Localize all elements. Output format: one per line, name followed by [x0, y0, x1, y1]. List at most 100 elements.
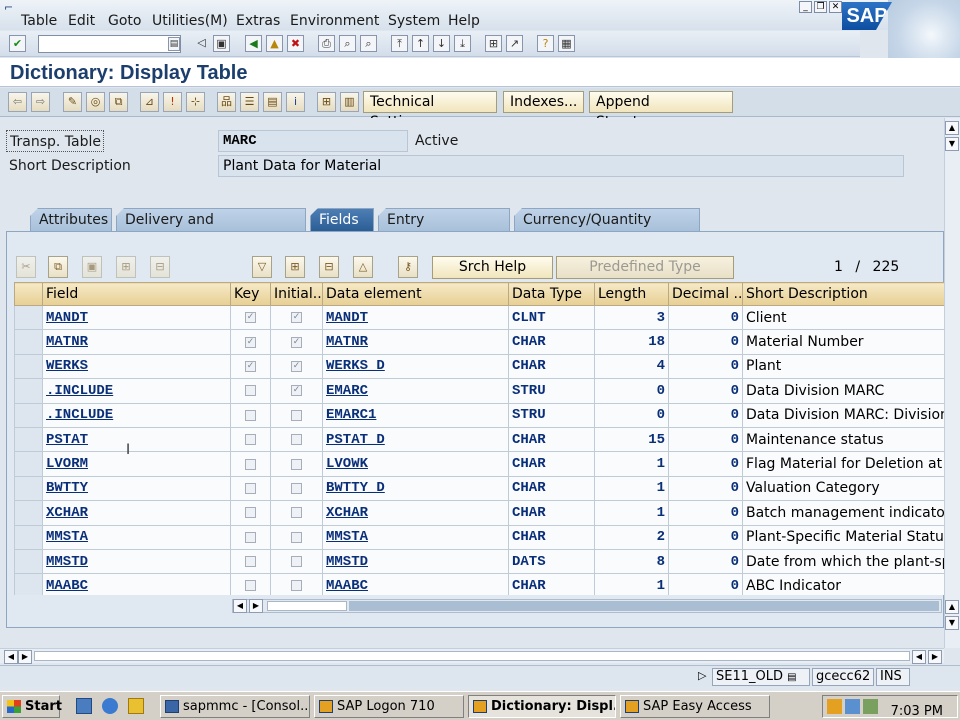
initial-checkbox-cell[interactable]	[270, 426, 323, 453]
find-next-icon[interactable]: ⌕	[360, 35, 377, 52]
short-description-cell[interactable]: Client	[742, 304, 944, 331]
filter-down-icon[interactable]: ▽	[252, 256, 272, 278]
row-selector[interactable]	[14, 353, 43, 380]
scroll-left-main-icon[interactable]: ◀	[4, 650, 18, 664]
layout-menu-icon[interactable]: ▦	[558, 35, 575, 52]
length-cell[interactable]: 15	[594, 426, 669, 453]
task-dictionary[interactable]: Dictionary: Displ...	[468, 695, 616, 718]
data-type-cell[interactable]: CHAR	[508, 573, 595, 595]
table-row[interactable]: MAABC MAABC CHAR 1 0 ABC Indicator	[14, 573, 944, 595]
short-description-cell[interactable]: Date from which the plant-spe	[742, 548, 944, 575]
short-description-cell[interactable]: Batch management indicator (i	[742, 500, 944, 526]
exit-icon[interactable]: ▲	[266, 35, 283, 52]
initial-checkbox-cell[interactable]	[270, 451, 323, 477]
active-inactive-icon[interactable]: ◎	[86, 92, 105, 112]
tray-network-icon[interactable]	[845, 699, 860, 714]
data-element-cell[interactable]: MMSTD	[322, 548, 509, 575]
scroll-right-main-icon[interactable]: ▶	[18, 650, 32, 664]
field-name-cell[interactable]: .INCLUDE	[42, 378, 231, 404]
new-session-icon[interactable]: ⊞	[485, 35, 502, 52]
row-selector[interactable]	[14, 378, 43, 404]
table-row[interactable]: MMSTD MMSTD DATS 8 0 Date from which the plan…	[14, 548, 944, 575]
row-selector[interactable]	[14, 402, 43, 428]
length-cell[interactable]: 1	[594, 500, 669, 526]
main-horizontal-scrollbar[interactable]: ◀ ▶ ◀ ▶	[0, 648, 944, 664]
scroll-down-small-icon[interactable]: ▼	[945, 137, 959, 151]
table-row[interactable]: WERKS ✓ ✓ WERKS_D CHAR 4 0 Plant	[14, 353, 944, 380]
length-cell[interactable]: 8	[594, 548, 669, 575]
row-selector[interactable]	[14, 329, 43, 355]
task-easy-access[interactable]: SAP Easy Access	[620, 695, 770, 718]
row-selector[interactable]	[14, 524, 43, 550]
initial-checkbox-cell[interactable]	[270, 548, 323, 575]
tab-delivery-maintenance[interactable]: Delivery and Maintenance	[116, 208, 306, 231]
length-cell[interactable]: 0	[594, 402, 669, 428]
data-type-cell[interactable]: STRU	[508, 378, 595, 404]
scroll-down-icon[interactable]: ▼	[945, 616, 959, 630]
key-checkbox-cell[interactable]	[230, 426, 271, 453]
field-name-cell[interactable]: MAABC	[42, 573, 231, 595]
table-row[interactable]: .INCLUDE ✓ EMARC STRU 0 0 Data Division MARC	[14, 378, 944, 404]
data-element-cell[interactable]: MMSTA	[322, 524, 509, 550]
start-button[interactable]: Start	[2, 695, 62, 718]
scroll-right-end-icon[interactable]: ▶	[928, 650, 942, 664]
data-type-cell[interactable]: CHAR	[508, 426, 595, 453]
filter-up-icon[interactable]: △	[353, 256, 373, 278]
print-icon[interactable]: ⎙	[318, 35, 335, 52]
length-cell[interactable]: 1	[594, 475, 669, 502]
quick-launch-desktop-icon[interactable]	[76, 698, 92, 714]
next-page-icon[interactable]: ↓	[433, 35, 450, 52]
length-cell[interactable]: 2	[594, 524, 669, 550]
enter-icon[interactable]: ✔	[9, 35, 26, 52]
restore-icon[interactable]: ❐	[814, 1, 827, 13]
decimal-cell[interactable]: 0	[668, 548, 743, 575]
field-name-cell[interactable]: PSTAT	[42, 426, 231, 453]
decimal-cell[interactable]: 0	[668, 500, 743, 526]
table-row[interactable]: XCHAR XCHAR CHAR 1 0 Batch management indicat…	[14, 500, 944, 526]
short-description-cell[interactable]: Plant	[742, 353, 944, 380]
key-checkbox-cell[interactable]	[230, 573, 271, 595]
previous-page-icon[interactable]: ↑	[412, 35, 429, 52]
initial-checkbox-cell[interactable]	[270, 524, 323, 550]
cut-icon[interactable]: ✂	[16, 256, 36, 278]
back-arrow-icon[interactable]: ⇦	[8, 92, 27, 112]
data-type-cell[interactable]: CHAR	[508, 500, 595, 526]
key-checkbox-cell[interactable]	[230, 402, 271, 428]
row-selector[interactable]	[14, 548, 43, 575]
create-shortcut-icon[interactable]: ↗	[506, 35, 523, 52]
status-expand-icon[interactable]: ▷	[698, 669, 706, 682]
field-name-cell[interactable]: MMSTD	[42, 548, 231, 575]
foreign-key-icon[interactable]: ⚷	[398, 256, 418, 278]
scroll-right-icon[interactable]: ▶	[249, 599, 263, 613]
task-sapmmc[interactable]: sapmmc - [Consol...	[160, 695, 310, 718]
data-element-cell[interactable]: BWTTY_D	[322, 475, 509, 502]
paste-icon[interactable]: ▣	[82, 256, 102, 278]
column-header-initial[interactable]: Initial...	[270, 282, 323, 306]
key-checkbox-cell[interactable]	[230, 451, 271, 477]
table-row[interactable]: .INCLUDE EMARC1 STRU 0 0 Data Division MARC: …	[14, 402, 944, 428]
row-selector[interactable]	[14, 475, 43, 502]
field-name-cell[interactable]: XCHAR	[42, 500, 231, 526]
short-description-cell[interactable]: Maintenance status	[742, 426, 944, 453]
expand-include-icon[interactable]: ⊞	[285, 256, 305, 278]
insert-row-icon[interactable]: ⊞	[116, 256, 136, 278]
copy-icon[interactable]: ⧉	[48, 256, 68, 278]
append-structure-button[interactable]: Append Structure...	[589, 91, 733, 130]
data-type-cell[interactable]: CHAR	[508, 329, 595, 355]
length-cell[interactable]: 4	[594, 353, 669, 380]
table-name-field[interactable]: MARC	[218, 130, 408, 152]
tray-sap-icon[interactable]	[827, 699, 842, 714]
menu-extras[interactable]: Extras	[236, 13, 280, 29]
column-header-short-description[interactable]: Short Description	[742, 282, 944, 306]
data-type-cell[interactable]: CHAR	[508, 524, 595, 550]
row-selector[interactable]	[14, 426, 43, 453]
data-type-cell[interactable]: DATS	[508, 548, 595, 575]
select-all-header[interactable]	[14, 282, 43, 306]
close-icon[interactable]: ✕	[829, 1, 842, 13]
main-vertical-scrollbar[interactable]: ▲ ▼ ▲ ▼	[944, 118, 960, 648]
quick-launch-ie-icon[interactable]	[102, 698, 118, 714]
initial-checkbox-cell[interactable]: ✓	[270, 353, 323, 380]
grid-horizontal-scrollbar[interactable]: ◀ ▶	[232, 599, 942, 613]
info-icon[interactable]: i	[286, 92, 305, 112]
short-description-cell[interactable]: Data Division MARC: Division	[742, 402, 944, 428]
